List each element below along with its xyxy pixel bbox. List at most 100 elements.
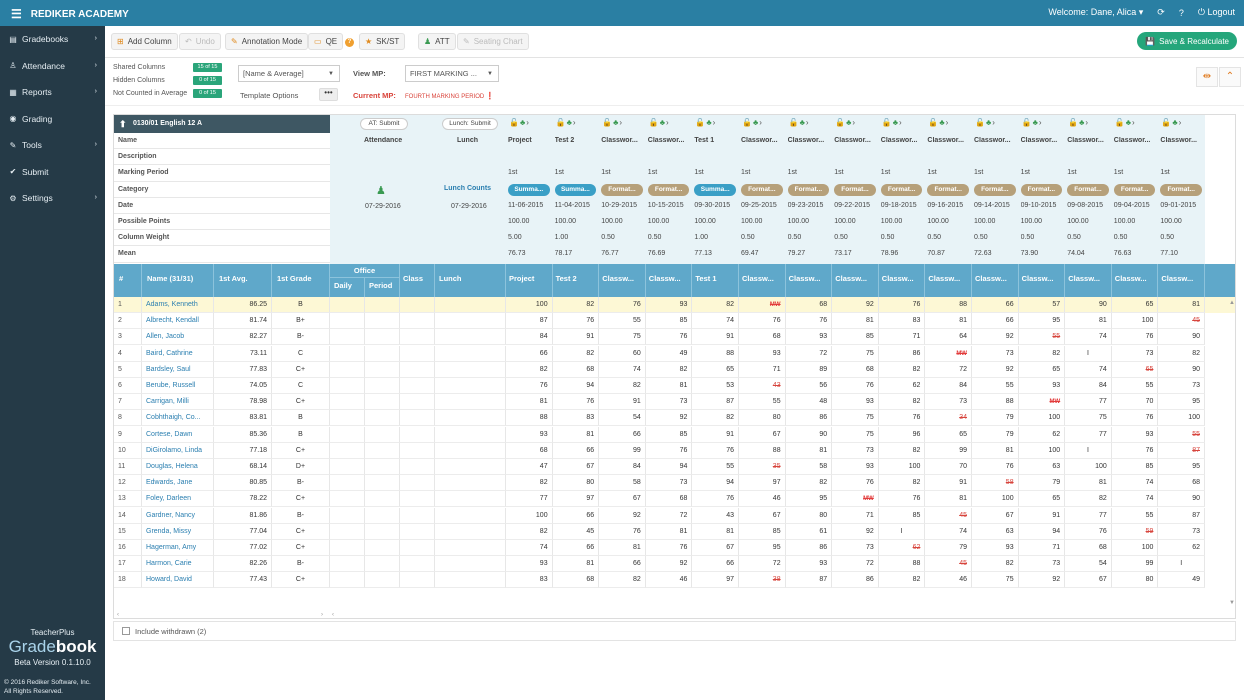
office-period-cell[interactable]	[365, 556, 400, 573]
score-cell[interactable]: 81	[506, 394, 553, 411]
lunch-cell[interactable]	[435, 426, 506, 443]
col-header-assignment[interactable]: Classw...	[785, 264, 833, 297]
column-name[interactable]: Classwor...	[974, 137, 1018, 147]
category-pill[interactable]: Format...	[787, 184, 830, 196]
student-name-link[interactable]: Albrecht, Kendall	[142, 313, 214, 330]
category-pill[interactable]: Format...	[1067, 184, 1109, 196]
score-cell[interactable]: 67	[552, 459, 600, 475]
score-cell[interactable]: 90	[1158, 491, 1205, 508]
score-cell[interactable]: 72	[832, 556, 879, 573]
score-cell[interactable]: 81	[645, 523, 693, 540]
student-name-link[interactable]: Douglas, Helena	[142, 459, 214, 475]
score-cell[interactable]: 73	[972, 345, 1019, 362]
score-cell[interactable]: 76	[878, 410, 926, 427]
score-cell[interactable]: 74	[1111, 491, 1159, 508]
score-cell[interactable]: 76	[739, 313, 786, 330]
score-cell[interactable]: 93	[645, 297, 693, 313]
score-cell[interactable]: 86	[785, 540, 833, 556]
score-cell[interactable]: 65	[692, 361, 739, 378]
score-cell[interactable]: 62	[1158, 540, 1205, 556]
score-cell[interactable]: 61	[785, 523, 833, 540]
score-cell[interactable]: 81	[972, 442, 1019, 459]
office-period-cell[interactable]	[365, 313, 400, 330]
score-cell[interactable]: 73	[1158, 523, 1205, 540]
score-cell[interactable]: MW	[832, 491, 879, 508]
office-period-cell[interactable]	[365, 378, 400, 394]
lunch-cell[interactable]	[435, 410, 506, 427]
score-cell[interactable]: 67	[599, 491, 646, 508]
column-name[interactable]: Classwor...	[741, 137, 785, 147]
score-cell[interactable]: 95	[1158, 394, 1205, 411]
office-daily-cell[interactable]	[330, 345, 365, 362]
score-cell[interactable]: 46	[739, 491, 786, 508]
score-cell[interactable]: 77	[1065, 507, 1112, 524]
column-tools[interactable]: 🔓♣›	[1161, 118, 1205, 130]
score-cell[interactable]: 70	[1111, 394, 1159, 411]
office-period-cell[interactable]	[365, 572, 400, 589]
scroll-left-icon[interactable]: ‹	[117, 609, 125, 617]
score-cell[interactable]: 100	[1158, 410, 1205, 427]
lunch-submit-button[interactable]: Lunch: Submit	[442, 118, 498, 130]
score-cell[interactable]: 87	[785, 572, 833, 589]
lunch-cell[interactable]	[435, 394, 506, 411]
office-daily-cell[interactable]	[330, 459, 365, 475]
class-cell[interactable]	[400, 459, 435, 475]
score-cell[interactable]: 82	[645, 361, 693, 378]
score-cell[interactable]: 97	[692, 572, 739, 589]
score-cell[interactable]: 76	[692, 491, 739, 508]
score-cell[interactable]: 73	[925, 394, 972, 411]
score-cell[interactable]: 81	[785, 442, 833, 459]
score-cell[interactable]: 72	[925, 361, 972, 378]
office-daily-cell[interactable]	[330, 378, 365, 394]
column-name[interactable]: Classwor...	[927, 137, 971, 147]
score-cell[interactable]: 71	[878, 329, 926, 346]
score-cell[interactable]: 76	[506, 378, 553, 394]
table-row[interactable]: 12 Edwards, Jane 80.85 B- 82 80 58 73 94 97 82 76 82…	[114, 475, 1235, 492]
col-header-assignment[interactable]: Classw...	[645, 264, 693, 297]
score-cell[interactable]: 92	[972, 361, 1019, 378]
score-cell[interactable]: 55	[599, 313, 646, 330]
score-cell[interactable]: 74	[1065, 329, 1112, 346]
office-period-cell[interactable]	[365, 523, 400, 540]
view-mp-select[interactable]: FIRST MARKING ... ▼	[405, 65, 499, 82]
office-daily-cell[interactable]	[330, 394, 365, 411]
score-cell[interactable]: 77	[1065, 394, 1112, 411]
scroll-up-icon[interactable]: ▲	[1229, 297, 1235, 305]
save-recalculate-button[interactable]: 💾 Save & Recalculate	[1137, 32, 1237, 50]
category-pill[interactable]: Format...	[601, 184, 643, 196]
score-cell[interactable]: 68	[785, 297, 833, 313]
score-cell[interactable]: 97	[552, 491, 600, 508]
score-cell[interactable]: 68	[506, 442, 553, 459]
column-tools[interactable]: 🔓♣›	[882, 118, 926, 130]
office-daily-cell[interactable]	[330, 556, 365, 573]
column-tools[interactable]: 🔓♣›	[1115, 118, 1159, 130]
score-cell[interactable]: 92	[832, 523, 879, 540]
score-cell[interactable]: 66	[599, 426, 646, 443]
category-pill[interactable]: Format...	[927, 184, 969, 196]
score-cell[interactable]: 76	[832, 378, 879, 394]
scroll-right-icon[interactable]: ›	[321, 609, 329, 617]
class-cell[interactable]	[400, 507, 435, 524]
score-cell[interactable]: 63	[972, 523, 1019, 540]
score-cell[interactable]: 81	[1065, 475, 1112, 492]
col-header-assignment[interactable]: Classw...	[1111, 264, 1159, 297]
lunch-cell[interactable]	[435, 572, 506, 589]
lunch-cell[interactable]	[435, 540, 506, 556]
score-cell[interactable]: 59	[1111, 523, 1159, 540]
office-period-cell[interactable]	[365, 394, 400, 411]
score-cell[interactable]: 66	[599, 556, 646, 573]
score-cell[interactable]: 72	[739, 556, 786, 573]
office-period-cell[interactable]	[365, 491, 400, 508]
score-cell[interactable]: 73	[645, 475, 693, 492]
score-cell[interactable]: 77	[506, 491, 553, 508]
office-period-cell[interactable]	[365, 361, 400, 378]
score-cell[interactable]: 76	[645, 329, 693, 346]
class-cell[interactable]	[400, 491, 435, 508]
score-cell[interactable]: 75	[1065, 410, 1112, 427]
table-row[interactable]: 8 Cobhthaigh, Co... 83.81 B 88 83 54 92 82 80 86 75…	[114, 410, 1235, 427]
sidebar-item-grading[interactable]: ◉ Grading	[0, 106, 105, 133]
score-cell[interactable]: 77	[1065, 426, 1112, 443]
score-cell[interactable]: 88	[739, 442, 786, 459]
score-cell[interactable]: 93	[832, 459, 879, 475]
score-cell[interactable]: 76	[878, 491, 926, 508]
